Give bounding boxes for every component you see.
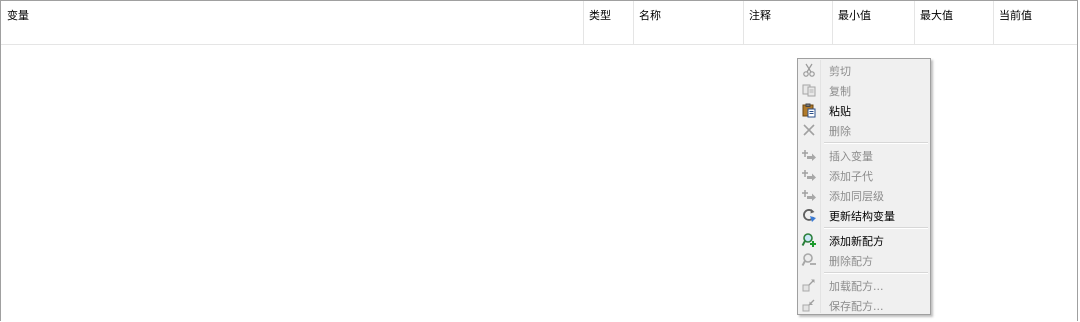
table-header: 变量 类型 名称 注释 最小值 最大值 当前值: [1, 1, 1077, 45]
menu-separator: [824, 272, 928, 274]
menu-item-save-recipe[interactable]: 保存配方...: [798, 295, 930, 315]
insert-arrow-icon: [801, 147, 817, 163]
save-recipe-icon: [801, 297, 817, 313]
add-child-arrow-icon: [801, 167, 817, 183]
column-header-variable[interactable]: 变量: [1, 1, 584, 44]
menu-item-load-recipe[interactable]: 加载配方...: [798, 275, 930, 295]
copy-icon: [801, 82, 817, 98]
clipboard-paste-icon: [801, 102, 817, 118]
menu-item-paste[interactable]: 粘贴: [798, 100, 930, 120]
column-header-label: 最大值: [920, 9, 953, 22]
column-header-name[interactable]: 名称: [634, 1, 744, 44]
delete-recipe-icon: [801, 252, 817, 268]
menu-item-add-sibling[interactable]: 添加同层级: [798, 185, 930, 205]
delete-x-icon: [801, 122, 817, 138]
menu-item-delete-recipe[interactable]: 删除配方: [798, 250, 930, 270]
menu-item-label: 剪切: [829, 65, 851, 78]
menu-item-label: 复制: [829, 85, 851, 98]
menu-item-label: 加载配方...: [829, 280, 884, 293]
column-header-label: 最小值: [838, 9, 871, 22]
refresh-icon: [801, 207, 817, 223]
menu-item-label: 添加子代: [829, 170, 873, 183]
menu-item-label: 删除配方: [829, 255, 873, 268]
column-header-max[interactable]: 最大值: [915, 1, 994, 44]
scissors-icon: [801, 62, 817, 78]
column-header-label: 类型: [589, 9, 611, 22]
column-header-comment[interactable]: 注释: [744, 1, 833, 44]
menu-separator: [824, 227, 928, 229]
menu-item-cut[interactable]: 剪切: [798, 60, 930, 80]
menu-separator: [824, 142, 928, 144]
menu-item-label: 保存配方...: [829, 300, 884, 313]
menu-item-label: 删除: [829, 125, 851, 138]
context-menu: 剪切 复制 粘贴 删除 插入变量 添加子代 添加同层级 更新结构变量 添加新配方…: [797, 58, 931, 315]
column-header-label: 注释: [749, 9, 771, 22]
menu-item-insert-variable[interactable]: 插入变量: [798, 145, 930, 165]
menu-item-label: 更新结构变量: [829, 210, 895, 223]
menu-item-update-struct[interactable]: 更新结构变量: [798, 205, 930, 225]
menu-item-delete[interactable]: 删除: [798, 120, 930, 140]
add-sibling-arrow-icon: [801, 187, 817, 203]
menu-item-copy[interactable]: 复制: [798, 80, 930, 100]
column-header-current[interactable]: 当前值: [994, 1, 1077, 44]
column-header-label: 名称: [639, 9, 661, 22]
menu-item-add-recipe[interactable]: 添加新配方: [798, 230, 930, 250]
column-header-type[interactable]: 类型: [584, 1, 634, 44]
column-header-label: 当前值: [999, 9, 1032, 22]
load-recipe-icon: [801, 277, 817, 293]
menu-item-label: 添加同层级: [829, 190, 884, 203]
menu-item-label: 插入变量: [829, 150, 873, 163]
add-recipe-icon: [801, 232, 817, 248]
menu-item-label: 添加新配方: [829, 235, 884, 248]
column-header-min[interactable]: 最小值: [833, 1, 915, 44]
menu-item-add-child[interactable]: 添加子代: [798, 165, 930, 185]
column-header-label: 变量: [7, 9, 29, 22]
menu-item-label: 粘贴: [829, 105, 851, 118]
